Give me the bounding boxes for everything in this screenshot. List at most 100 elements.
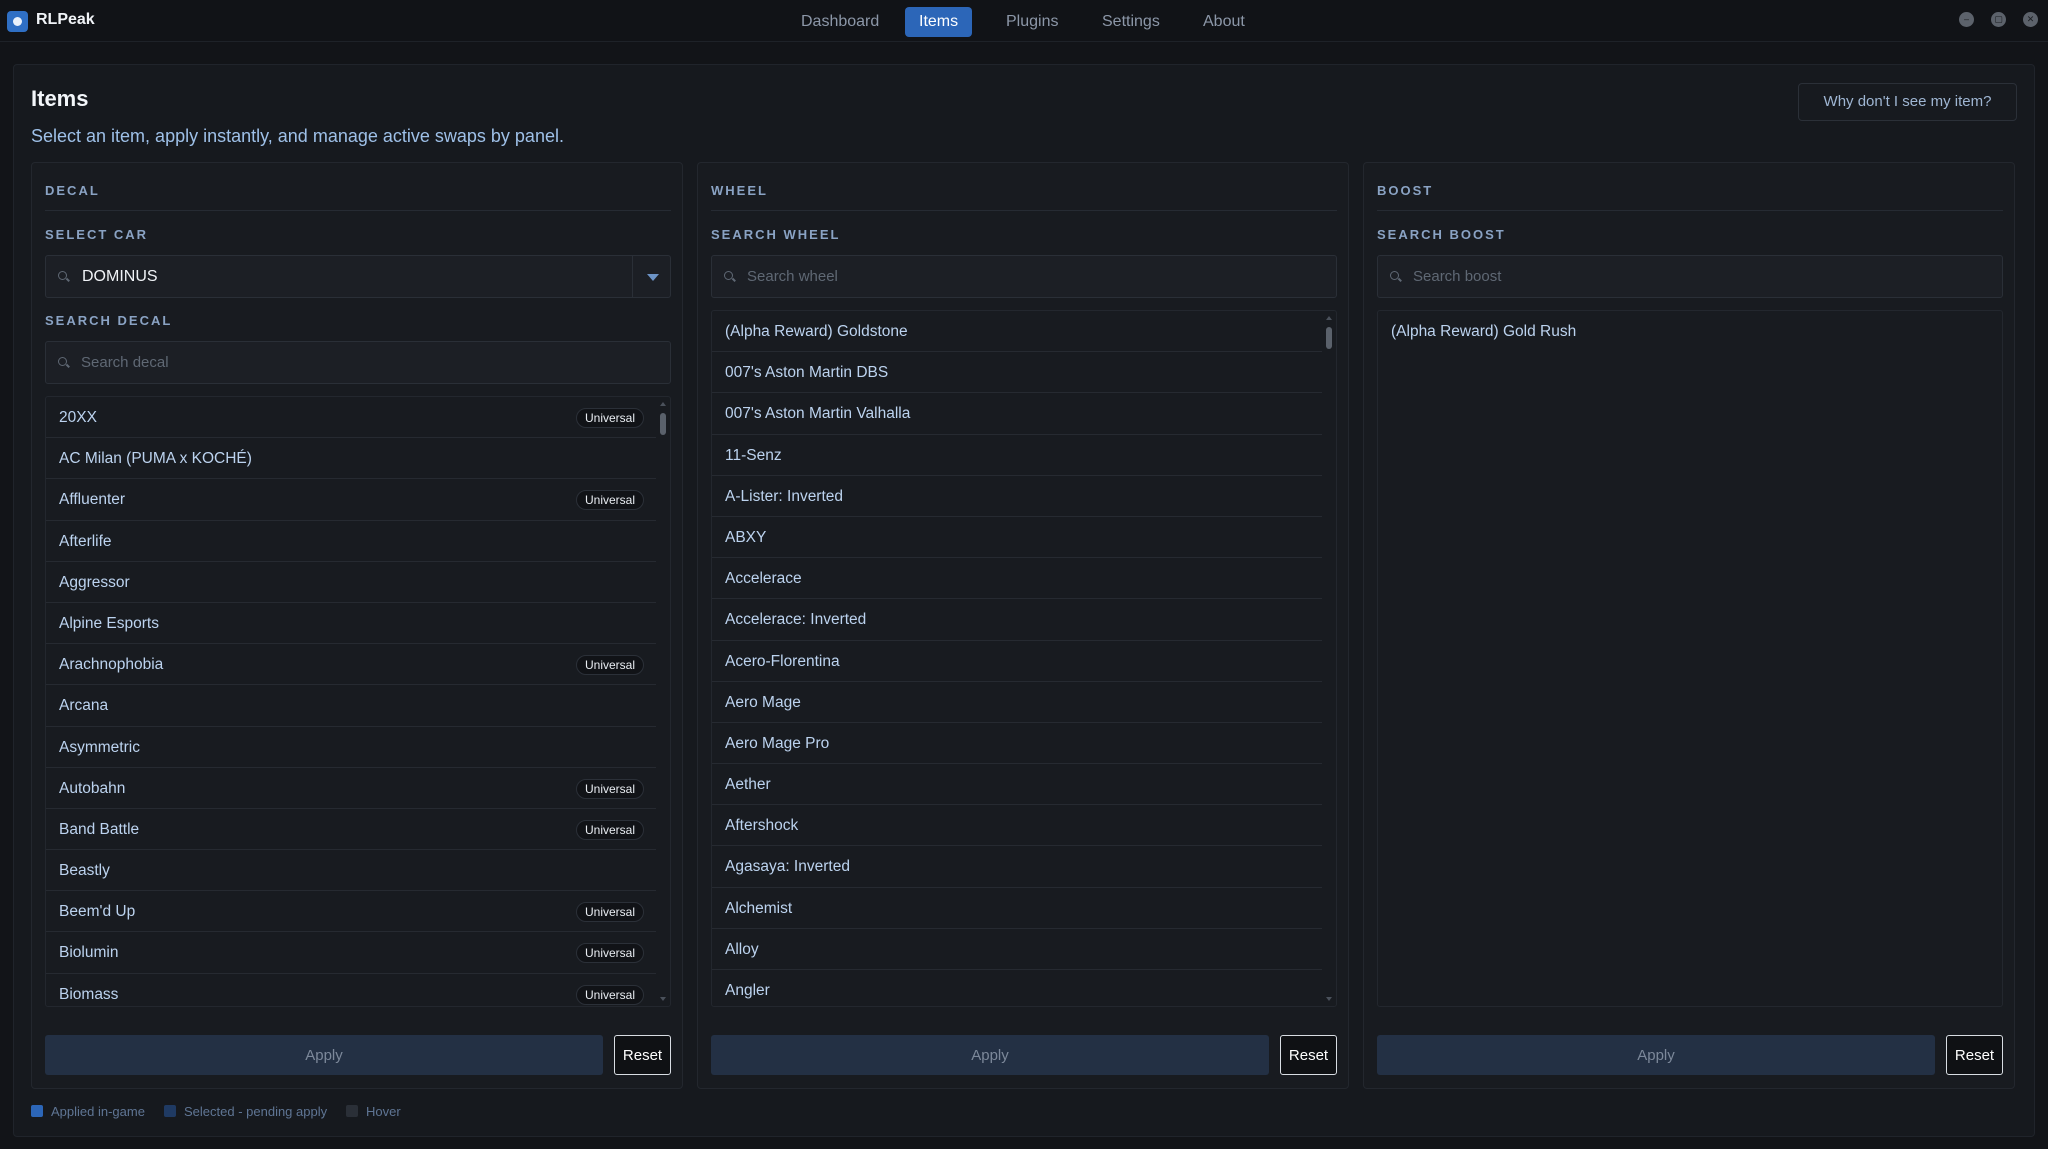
list-item-label: Asymmetric [59,738,140,756]
wheel-list-item[interactable]: Angler [712,970,1322,1006]
decal-search-input[interactable] [81,342,641,383]
decal-list-item[interactable]: Beem'd Up Universal [46,891,656,933]
decal-list-rows: 20XX Universal AC Milan (PUMA x KOCHÉ) Affl… [46,397,670,1006]
wheel-list-item[interactable]: 11-Senz [712,435,1322,476]
decal-list-item[interactable]: Band Battle Universal [46,809,656,851]
wheel-reset-button[interactable]: Reset [1280,1035,1337,1075]
decal-panel: DECAL SELECT CAR DOMINUS SEARCH DECAL 20… [31,162,683,1089]
boost-list-item[interactable]: (Alpha Reward) Gold Rush [1378,311,1988,352]
boost-list: (Alpha Reward) Gold Rush [1377,310,2003,1007]
wheel-list-item[interactable]: A-Lister: Inverted [712,476,1322,517]
list-item-label: 11-Senz [725,446,782,464]
list-item-label: Aftershock [725,817,799,835]
boost-reset-button[interactable]: Reset [1946,1035,2003,1075]
scroll-thumb[interactable] [660,413,666,435]
decal-list-item[interactable]: AC Milan (PUMA x KOCHÉ) [46,438,656,480]
decal-list-item[interactable]: Arachnophobia Universal [46,644,656,686]
scroll-up-arrow-icon[interactable] [660,402,666,406]
panel-divider [711,210,1337,211]
legend-label: Applied in-game [51,1104,145,1119]
wheel-list-item[interactable]: Accelerace [712,558,1322,600]
car-select[interactable]: DOMINUS [45,255,671,298]
list-item-label: Aero Mage [725,693,801,711]
search-icon [1390,271,1399,280]
nav-tab-dashboard[interactable]: Dashboard [787,7,893,37]
list-item-label: Affluenter [59,491,126,509]
why-dont-i-see-my-item-button[interactable]: Why don't I see my item? [1798,83,2017,121]
maximize-icon: ▢ [1994,14,2003,24]
minimize-button[interactable]: – [1959,12,1974,27]
decal-apply-button[interactable]: Apply [45,1035,603,1075]
search-wheel-label: SEARCH WHEEL [711,227,841,242]
decal-list-item[interactable]: Alpine Esports [46,603,656,645]
decal-list-item[interactable]: Asymmetric [46,727,656,768]
scroll-down-arrow-icon[interactable] [1326,997,1332,1001]
list-item-label: Aggressor [59,573,130,591]
maximize-button[interactable]: ▢ [1991,12,2006,27]
list-item-label: Afterlife [59,532,112,550]
wheel-list-scrollbar[interactable] [1325,313,1333,1004]
list-item-label: 20XX [59,409,97,426]
nav-tab-plugins[interactable]: Plugins [992,7,1072,37]
list-item-label: A-Lister: Inverted [725,487,844,505]
wheel-list-item[interactable]: Alloy [712,929,1322,970]
boost-panel-title: BOOST [1377,183,1434,198]
boost-apply-button[interactable]: Apply [1377,1035,1935,1075]
wheel-apply-button[interactable]: Apply [711,1035,1269,1075]
wheel-list-item[interactable]: Agasaya: Inverted [712,846,1322,888]
list-item-label: Agasaya: Inverted [725,858,850,876]
legend-swatch-hover [346,1105,358,1117]
decal-list-item[interactable]: Aggressor [46,562,656,603]
decal-reset-button[interactable]: Reset [614,1035,671,1075]
wheel-list-item[interactable]: (Alpha Reward) Goldstone [712,311,1322,353]
wheel-list-item[interactable]: Aero Mage Pro [712,723,1322,765]
wheel-list-item[interactable]: 007's Aston Martin Valhalla [712,393,1322,435]
wheel-list-item[interactable]: ABXY [712,517,1322,559]
list-item-label: (Alpha Reward) Gold Rush [1391,323,1577,340]
wheel-list-item[interactable]: 007's Aston Martin DBS [712,352,1322,394]
chevron-down-icon[interactable] [647,274,659,281]
list-item-label: Arcana [59,697,109,715]
decal-list-item[interactable]: Biolumin Universal [46,932,656,974]
decal-list-item[interactable]: 20XX Universal [46,397,656,439]
wheel-list: (Alpha Reward) Goldstone 007's Aston Mart… [711,310,1337,1007]
scroll-thumb[interactable] [1326,327,1332,349]
boost-list-rows: (Alpha Reward) Gold Rush [1378,311,2002,352]
list-item-label: Beastly [59,862,110,880]
scroll-down-arrow-icon[interactable] [660,997,666,1001]
wheel-list-item[interactable]: Acero-Florentina [712,641,1322,682]
legend-swatch-selected [164,1105,176,1117]
wheel-list-item[interactable]: Aether [712,764,1322,806]
select-car-label: SELECT CAR [45,227,149,242]
legend-label: Hover [366,1104,401,1119]
legend-label: Selected - pending apply [184,1104,328,1119]
scroll-up-arrow-icon[interactable] [1326,316,1332,320]
nav-tab-about[interactable]: About [1189,7,1259,37]
nav-tab-settings[interactable]: Settings [1088,7,1174,37]
nav-tab-items[interactable]: Items [905,7,973,37]
decal-list-scrollbar[interactable] [659,399,667,1004]
decal-list-item[interactable]: Arcana [46,685,656,727]
wheel-list-item[interactable]: Accelerace: Inverted [712,599,1322,641]
close-icon: ✕ [2026,14,2035,24]
search-icon [58,271,67,280]
search-boost-label: SEARCH BOOST [1377,227,1506,242]
decal-list-item[interactable]: Biomass Universal [46,974,656,1006]
boost-search-input[interactable] [1413,256,1973,297]
wheel-search-input[interactable] [747,256,1307,297]
list-item-label: Aether [725,776,771,794]
decal-list-item[interactable]: Affluenter Universal [46,479,656,521]
list-item-label: 007's Aston Martin Valhalla [725,405,911,423]
decal-list-item[interactable]: Autobahn Universal [46,768,656,809]
car-select-value: DOMINUS [82,268,158,285]
close-button[interactable]: ✕ [2023,12,2038,27]
universal-badge: Universal [575,408,644,428]
search-icon [724,271,733,280]
universal-badge: Universal [575,902,644,923]
decal-list-item[interactable]: Beastly [46,850,656,892]
decal-list-item[interactable]: Afterlife [46,521,656,562]
wheel-list-item[interactable]: Alchemist [712,888,1322,929]
wheel-list-item[interactable]: Aftershock [712,805,1322,847]
wheel-list-item[interactable]: Aero Mage [712,682,1322,723]
decal-search-box [45,341,671,384]
